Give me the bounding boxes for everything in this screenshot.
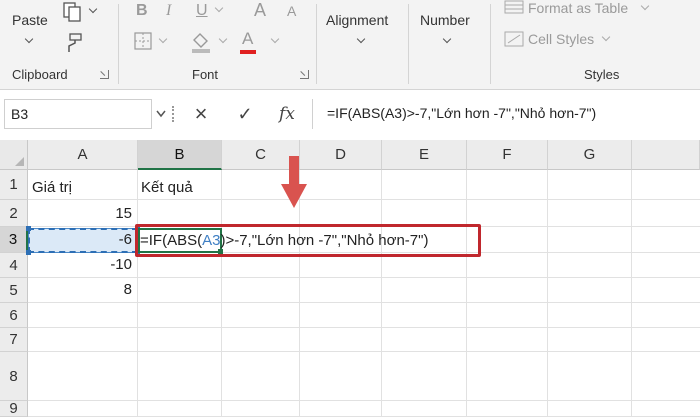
- cell-styles-button[interactable]: Cell Styles: [528, 31, 594, 47]
- column-gridline: [547, 170, 548, 417]
- column-header-g[interactable]: G: [548, 140, 632, 170]
- format-as-table-button[interactable]: Format as Table: [528, 0, 628, 16]
- cell-styles-icon[interactable]: [504, 31, 524, 47]
- column-header-b[interactable]: B: [138, 140, 222, 170]
- copy-chevron-icon[interactable]: [88, 4, 98, 14]
- column-header-f[interactable]: F: [467, 140, 548, 170]
- row-gridline: [28, 400, 700, 401]
- group-separator: [490, 4, 491, 84]
- paste-chevron-icon: [24, 34, 34, 44]
- row-gridline: [28, 302, 700, 303]
- formula-bar: B3 × ✓ fx =IF(ABS(A3)>-7,"Lớn hơn -7","N…: [0, 96, 700, 132]
- row-header-5[interactable]: 5: [0, 278, 28, 303]
- font-color-button[interactable]: A: [242, 29, 253, 49]
- row-gridline: [28, 277, 700, 278]
- worksheet-grid: ABCDEFG 123456789 Giá trị Kết quả 15 -6 …: [0, 140, 700, 417]
- alignment-button[interactable]: Alignment: [320, 0, 400, 60]
- format-as-table-icon[interactable]: [504, 0, 524, 14]
- formula-input[interactable]: =IF(ABS(A3)>-7,"Lớn hơn -7","Nhỏ hơn-7"): [312, 99, 698, 129]
- paste-label: Paste: [12, 12, 48, 28]
- font-group-label: Font: [192, 67, 219, 82]
- cell-a4[interactable]: -10: [34, 254, 132, 276]
- insert-function-button[interactable]: fx: [272, 100, 302, 128]
- cell-b1[interactable]: Kết quả: [141, 177, 193, 199]
- row-header-2[interactable]: 2: [0, 200, 28, 227]
- formula-bar-grip[interactable]: [172, 106, 174, 122]
- font-dialog-launcher-icon[interactable]: [300, 70, 309, 79]
- reference-handle[interactable]: [26, 250, 31, 255]
- name-box-dropdown-icon[interactable]: [156, 110, 166, 118]
- row-header-6[interactable]: 6: [0, 303, 28, 328]
- ribbon: Paste Clipboard B I U A A A Font Alignme…: [0, 0, 700, 90]
- row-header-8[interactable]: 8: [0, 352, 28, 401]
- alignment-chevron-icon: [356, 34, 366, 44]
- name-box[interactable]: B3: [4, 99, 152, 129]
- format-painter-icon[interactable]: [62, 32, 84, 54]
- cell-a3[interactable]: -6: [34, 229, 132, 251]
- column-header-e[interactable]: E: [382, 140, 467, 170]
- shrink-font-button[interactable]: A: [287, 3, 296, 19]
- styles-group-label: Styles: [584, 67, 620, 82]
- column-header-d[interactable]: D: [300, 140, 382, 170]
- cell-styles-chevron-icon[interactable]: [601, 32, 611, 42]
- annotation-down-arrow-icon: [281, 156, 307, 208]
- column-gridline: [466, 170, 467, 417]
- cancel-icon[interactable]: ×: [186, 100, 216, 128]
- reference-handle[interactable]: [26, 226, 31, 231]
- underline-chevron-icon[interactable]: [214, 3, 224, 13]
- row-gridline: [28, 199, 700, 200]
- borders-chevron-icon[interactable]: [158, 34, 168, 44]
- cell-a2[interactable]: 15: [34, 203, 132, 225]
- clipboard-dialog-launcher-icon[interactable]: [100, 70, 109, 79]
- column-header-a[interactable]: A: [28, 140, 138, 170]
- column-header-filler: [632, 140, 700, 170]
- copy-icon[interactable]: [62, 2, 84, 22]
- grow-font-button[interactable]: A: [254, 0, 266, 21]
- row-header-7[interactable]: 7: [0, 328, 28, 352]
- group-separator: [316, 4, 317, 84]
- paste-button[interactable]: Paste: [10, 0, 54, 58]
- clipboard-group-label: Clipboard: [12, 67, 68, 82]
- column-gridline: [381, 170, 382, 417]
- number-label: Number: [420, 12, 470, 28]
- borders-icon[interactable]: [134, 32, 152, 50]
- number-chevron-icon: [442, 34, 452, 44]
- annotation-highlight-box: [135, 224, 481, 257]
- row-header-1[interactable]: 1: [0, 170, 28, 200]
- font-color-chevron-icon[interactable]: [270, 34, 280, 44]
- row-header-9[interactable]: 9: [0, 401, 28, 417]
- column-gridline: [137, 170, 138, 417]
- column-gridline: [221, 170, 222, 417]
- group-separator: [408, 4, 409, 84]
- italic-button[interactable]: I: [166, 2, 171, 20]
- underline-button[interactable]: U: [196, 2, 208, 20]
- cell-a1[interactable]: Giá trị: [32, 177, 72, 199]
- enter-icon[interactable]: ✓: [230, 100, 260, 128]
- row-header-4[interactable]: 4: [0, 253, 28, 278]
- row-gridline: [28, 351, 700, 352]
- cell-a5[interactable]: 8: [34, 279, 132, 301]
- fill-color-icon[interactable]: [190, 30, 212, 54]
- format-as-table-chevron-icon[interactable]: [640, 1, 650, 11]
- number-button[interactable]: Number: [414, 0, 484, 60]
- font-color-swatch: [240, 50, 256, 54]
- fill-color-chevron-icon[interactable]: [218, 34, 228, 44]
- alignment-label: Alignment: [326, 12, 389, 28]
- row-gridline: [28, 327, 700, 328]
- group-separator: [118, 4, 119, 84]
- bold-button[interactable]: B: [136, 2, 148, 20]
- select-all-button[interactable]: [0, 140, 28, 170]
- row-header-3[interactable]: 3: [0, 227, 28, 253]
- column-gridline: [631, 170, 632, 417]
